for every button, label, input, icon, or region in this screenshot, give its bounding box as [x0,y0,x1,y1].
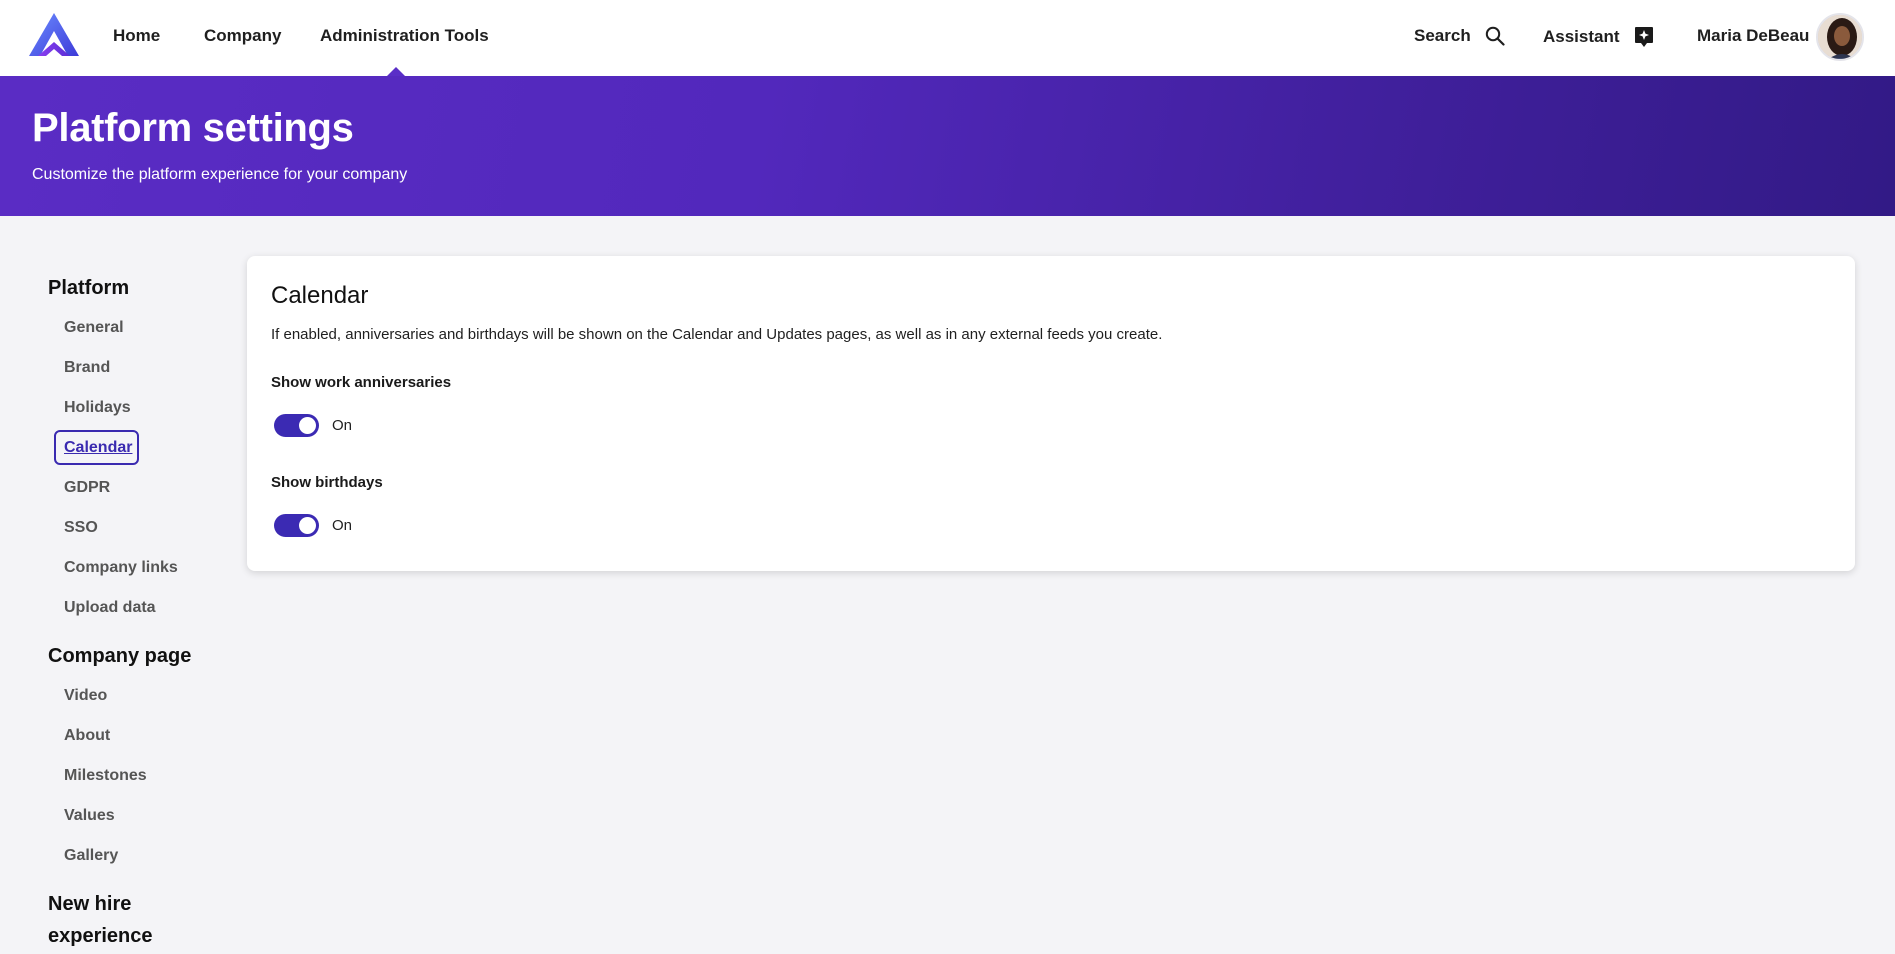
toggle-state-label: On [332,517,353,534]
page-subtitle: Customize the platform experience for yo… [32,166,408,183]
sidebar-item-upload-data[interactable]: Upload data [64,599,156,617]
search-icon [1485,26,1505,46]
settings-sidebar: Platform General Brand Holidays Calendar… [0,216,230,954]
card-description: If enabled, anniversaries and birthdays … [271,326,1163,343]
assistant-button[interactable]: Assistant [1543,26,1654,48]
sidebar-section-platform: Platform [48,277,130,299]
work-anniversaries-toggle[interactable]: On [274,414,352,437]
assistant-sparkle-icon [1634,26,1654,48]
sidebar-item-gdpr[interactable]: GDPR [64,479,110,497]
card-title: Calendar [271,282,369,309]
nav-company[interactable]: Company [204,26,281,46]
assistant-label: Assistant [1543,27,1620,46]
sidebar-item-company-links[interactable]: Company links [64,559,178,577]
toggle-switch[interactable] [274,514,319,537]
user-name: Maria DeBeau [1697,26,1810,45]
user-menu[interactable]: Maria DeBeau [1697,26,1809,46]
search-label: Search [1414,26,1471,45]
setting-label-birthdays: Show birthdays [271,474,383,491]
page-header-banner: Platform settings Customize the platform… [0,76,1895,216]
sidebar-item-values[interactable]: Values [64,807,115,825]
sidebar-item-calendar[interactable]: Calendar [64,439,132,457]
sidebar-item-brand[interactable]: Brand [64,359,110,377]
active-nav-indicator [387,67,405,76]
toggle-knob [299,417,316,434]
sidebar-item-holidays[interactable]: Holidays [64,399,131,417]
top-navigation: Home Company Administration Tools Search… [0,0,1895,76]
sidebar-item-general[interactable]: General [64,319,124,337]
sidebar-item-milestones[interactable]: Milestones [64,767,147,785]
sidebar-item-gallery[interactable]: Gallery [64,847,118,865]
app-logo-icon[interactable] [28,12,80,58]
sidebar-item-video[interactable]: Video [64,687,107,705]
page-title: Platform settings [32,106,354,150]
sidebar-section-new-hire-experience: New hire experience [48,893,153,947]
nav-administration-tools[interactable]: Administration Tools [320,26,489,46]
avatar[interactable] [1816,13,1864,61]
toggle-state-label: On [332,417,353,434]
birthdays-toggle[interactable]: On [274,514,352,537]
sidebar-section-company-page: Company page [48,645,192,667]
sidebar-item-about[interactable]: About [64,727,110,745]
sidebar-item-sso[interactable]: SSO [64,519,98,537]
nav-home[interactable]: Home [113,26,160,46]
toggle-switch[interactable] [274,414,319,437]
search-button[interactable]: Search [1414,26,1505,46]
setting-label-work-anniversaries: Show work anniversaries [271,374,452,391]
toggle-knob [299,517,316,534]
calendar-settings-card: Calendar If enabled, anniversaries and b… [247,256,1855,571]
